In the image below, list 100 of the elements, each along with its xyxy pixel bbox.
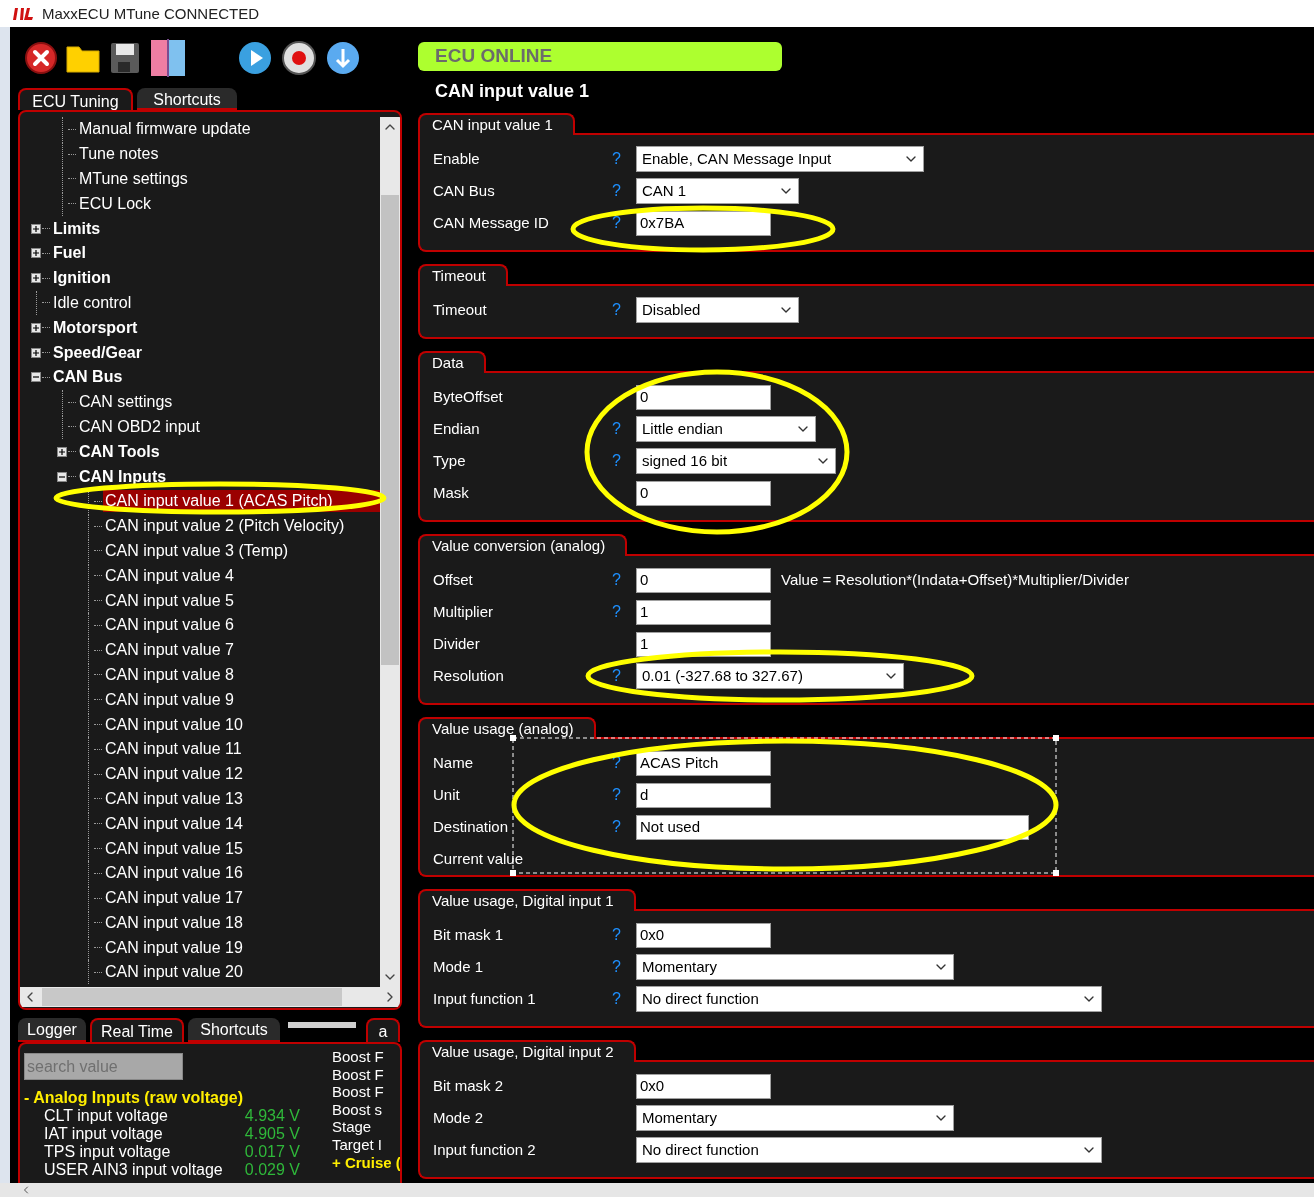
tab[interactable]: Real Time bbox=[90, 1018, 184, 1042]
help-mark[interactable]: ? bbox=[612, 786, 621, 804]
tree-item[interactable]: CAN input value 17 bbox=[103, 887, 243, 910]
save-icon[interactable] bbox=[110, 42, 140, 74]
tree-item[interactable]: CAN settings bbox=[77, 391, 173, 414]
help-mark[interactable]: ? bbox=[612, 603, 621, 621]
input-field[interactable]: 0 bbox=[636, 567, 771, 593]
folder-icon[interactable] bbox=[66, 43, 100, 73]
expand-icon[interactable] bbox=[31, 347, 41, 358]
tree-item[interactable]: CAN input value 11 bbox=[103, 738, 242, 761]
collapse-icon[interactable] bbox=[31, 372, 41, 383]
tree-item[interactable]: Fuel bbox=[51, 242, 86, 265]
close-icon[interactable] bbox=[24, 41, 58, 75]
expand-icon[interactable] bbox=[57, 446, 67, 457]
tree-item[interactable]: CAN input value 8 bbox=[103, 663, 234, 686]
tab[interactable]: Shortcuts bbox=[188, 1018, 280, 1042]
expand-icon[interactable] bbox=[31, 248, 41, 259]
help-mark[interactable]: ? bbox=[612, 420, 621, 438]
tree-item[interactable]: CAN input value 15 bbox=[103, 837, 243, 860]
tree-item[interactable]: CAN Tools bbox=[77, 440, 160, 463]
dropdown[interactable]: No direct function bbox=[636, 986, 1102, 1012]
side-list-item[interactable]: Stage bbox=[332, 1118, 400, 1136]
tree-item[interactable]: CAN input value 13 bbox=[103, 787, 243, 810]
tree-item[interactable]: Ignition bbox=[51, 267, 111, 290]
expand-icon[interactable] bbox=[31, 273, 41, 284]
tab[interactable]: a bbox=[366, 1018, 400, 1042]
input-field[interactable]: 0 bbox=[636, 480, 771, 506]
tree-item[interactable]: CAN OBD2 input bbox=[77, 415, 200, 438]
side-list-item[interactable]: + Cruise ( bbox=[332, 1153, 400, 1172]
tree-item[interactable]: Limits bbox=[51, 217, 101, 240]
tree-item[interactable]: CAN Bus bbox=[51, 366, 123, 389]
expand-icon[interactable] bbox=[31, 322, 41, 333]
horizontal-scrollbar[interactable] bbox=[0, 1183, 1314, 1197]
tree-item[interactable]: CAN input value 10 bbox=[103, 713, 243, 736]
dropdown[interactable]: signed 16 bit bbox=[636, 448, 836, 474]
tree-item[interactable]: CAN input value 6 bbox=[103, 614, 234, 637]
dropdown[interactable]: 0.01 (-327.68 to 327.67) bbox=[636, 663, 904, 689]
tree-item[interactable]: CAN input value 14 bbox=[103, 812, 243, 835]
vertical-scrollbar[interactable] bbox=[380, 117, 400, 987]
dropdown[interactable]: No direct function bbox=[636, 1137, 1102, 1163]
help-mark[interactable]: ? bbox=[612, 926, 621, 944]
play-icon[interactable] bbox=[238, 41, 272, 75]
input-field[interactable]: 0x0 bbox=[636, 1073, 771, 1099]
side-list-item[interactable]: Boost s bbox=[332, 1100, 400, 1119]
scroll-thumb[interactable] bbox=[42, 988, 342, 1006]
dropdown[interactable]: Momentary bbox=[636, 954, 954, 980]
expand-icon[interactable] bbox=[31, 223, 41, 234]
side-list-item[interactable]: Boost F bbox=[332, 1083, 400, 1101]
dropdown[interactable]: Enable, CAN Message Input bbox=[636, 146, 924, 172]
tree-item[interactable]: Tune notes bbox=[77, 143, 159, 166]
dropdown[interactable]: Momentary bbox=[636, 1105, 954, 1131]
help-mark[interactable]: ? bbox=[612, 301, 621, 319]
input-field[interactable]: d bbox=[636, 782, 771, 808]
tree-item[interactable]: CAN input value 16 bbox=[103, 862, 243, 885]
input-field[interactable]: 0 bbox=[636, 384, 771, 410]
dropdown[interactable]: Disabled bbox=[636, 297, 799, 323]
tab[interactable]: Shortcuts bbox=[137, 88, 237, 110]
record-icon[interactable] bbox=[282, 41, 316, 75]
compare-icon[interactable] bbox=[150, 39, 186, 77]
tree-item[interactable]: CAN input value 20 bbox=[103, 961, 243, 984]
download-icon[interactable] bbox=[326, 41, 360, 75]
side-list-item[interactable]: Target I bbox=[332, 1135, 400, 1154]
help-mark[interactable]: ? bbox=[612, 958, 621, 976]
tab[interactable]: ECU Tuning bbox=[18, 88, 133, 110]
tree-item[interactable]: CAN input value 7 bbox=[103, 639, 234, 662]
tree-item[interactable]: Speed/Gear bbox=[51, 341, 142, 364]
help-mark[interactable]: ? bbox=[612, 452, 621, 470]
dropdown[interactable]: Little endian bbox=[636, 416, 816, 442]
input-field[interactable]: 1 bbox=[636, 599, 771, 625]
input-field[interactable]: 0x0 bbox=[636, 922, 771, 948]
tree-item[interactable]: CAN input value 18 bbox=[103, 911, 243, 934]
input-field[interactable]: ACAS Pitch bbox=[636, 750, 771, 776]
tree-item[interactable]: CAN input value 3 (Temp) bbox=[103, 539, 289, 562]
tree-item[interactable]: MTune settings bbox=[77, 168, 188, 190]
tree-item[interactable]: Motorsport bbox=[51, 316, 138, 339]
tree-item[interactable]: CAN input value 9 bbox=[103, 688, 234, 711]
tree-item[interactable]: Idle control bbox=[51, 291, 132, 314]
tree-item[interactable]: ECU Lock bbox=[77, 192, 152, 215]
side-list-item[interactable]: Boost F bbox=[332, 1048, 400, 1066]
search-field[interactable]: search value bbox=[24, 1053, 183, 1080]
help-mark[interactable]: ? bbox=[612, 990, 621, 1008]
side-list-item[interactable]: Boost F bbox=[332, 1065, 400, 1084]
help-mark[interactable]: ? bbox=[612, 214, 621, 232]
tree-item[interactable]: CAN input value 2 (Pitch Velocity) bbox=[103, 515, 345, 538]
help-mark[interactable]: ? bbox=[612, 667, 621, 685]
horizontal-scrollbar[interactable] bbox=[20, 987, 400, 1007]
collapse-icon[interactable] bbox=[57, 471, 67, 482]
help-mark[interactable]: ? bbox=[612, 150, 621, 168]
tab[interactable]: Logger bbox=[18, 1018, 86, 1042]
tree-item[interactable]: CAN input value 12 bbox=[103, 763, 243, 786]
input-field[interactable]: Not used bbox=[636, 814, 1029, 840]
help-mark[interactable]: ? bbox=[612, 571, 621, 589]
help-mark[interactable]: ? bbox=[612, 818, 621, 836]
help-mark[interactable]: ? bbox=[612, 182, 621, 200]
tree-item[interactable]: Manual firmware update bbox=[77, 118, 251, 141]
section-header[interactable]: - Analog Inputs (raw voltage) bbox=[24, 1089, 332, 1107]
tree-item[interactable]: CAN input value 19 bbox=[103, 936, 243, 959]
tree-item[interactable]: CAN input value 4 bbox=[103, 564, 234, 587]
tree-item[interactable]: CAN Inputs bbox=[77, 465, 167, 488]
dropdown[interactable]: CAN 1 bbox=[636, 178, 799, 204]
